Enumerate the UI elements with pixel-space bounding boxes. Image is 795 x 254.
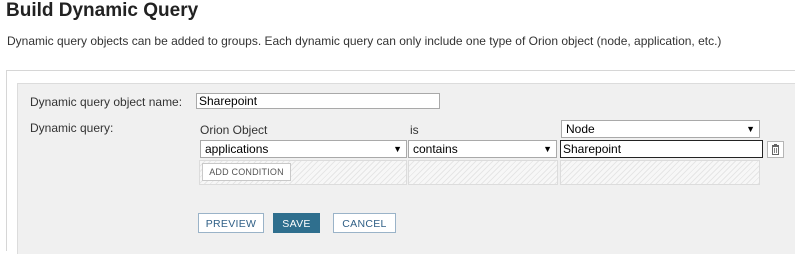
- is-label: is: [410, 123, 419, 137]
- orion-object-label: Orion Object: [200, 123, 268, 137]
- save-button[interactable]: SAVE: [273, 213, 320, 233]
- condition-field-value: applications: [205, 142, 269, 156]
- object-type-select[interactable]: Node ▼: [561, 120, 760, 138]
- name-label: Dynamic query object name:: [30, 95, 183, 109]
- empty-cell: [560, 160, 760, 185]
- trash-icon[interactable]: [767, 141, 784, 158]
- page-description: Dynamic query objects can be added to gr…: [7, 34, 722, 48]
- page-title: Build Dynamic Query: [6, 0, 199, 21]
- preview-button[interactable]: PREVIEW: [198, 213, 264, 233]
- add-condition-button[interactable]: ADD CONDITION: [202, 163, 291, 181]
- condition-field-select[interactable]: applications ▼: [200, 140, 407, 158]
- condition-operator-value: contains: [413, 142, 458, 156]
- condition-operator-select[interactable]: contains ▼: [408, 140, 557, 158]
- caret-down-icon: ▼: [746, 124, 755, 134]
- caret-down-icon: ▼: [543, 144, 552, 154]
- name-input[interactable]: Sharepoint: [196, 93, 440, 109]
- condition-value-input[interactable]: Sharepoint: [560, 140, 763, 158]
- query-label: Dynamic query:: [30, 121, 114, 135]
- empty-cell: [408, 160, 558, 185]
- object-type-value: Node: [566, 122, 595, 136]
- cancel-button[interactable]: CANCEL: [333, 213, 396, 233]
- caret-down-icon: ▼: [393, 144, 402, 154]
